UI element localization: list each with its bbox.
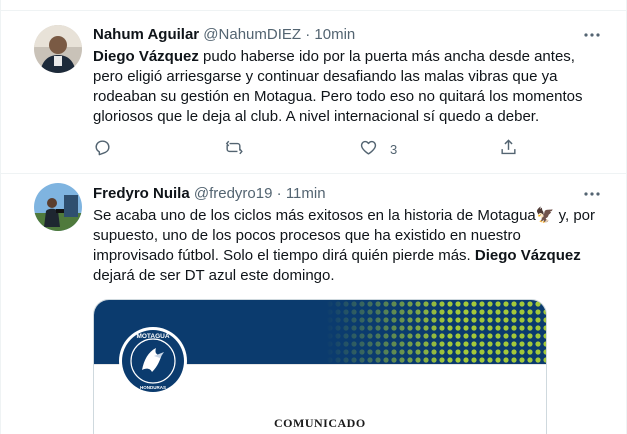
tweet-text-line: supuesto, uno de los pocos procesos que … <box>93 226 593 246</box>
text-run: supuesto, uno de los pocos procesos que … <box>93 227 521 244</box>
tweet-text-line: Diego Vázquez pudo haberse ido por la pu… <box>93 47 593 67</box>
text-run: improvisado fútbol. Solo el tiempo dirá … <box>93 247 475 264</box>
share-icon <box>499 138 518 160</box>
text-run: Se acaba uno de los ciclos más exitosos … <box>93 207 536 224</box>
display-name[interactable]: Nahum Aguilar <box>93 26 199 43</box>
dot-separator: · <box>305 26 311 43</box>
tweet[interactable]: Nahum Aguilar @NahumDIEZ · 10min Diego V… <box>1 12 627 174</box>
more-icon[interactable] <box>582 184 602 204</box>
previous-tweet-divider <box>1 0 627 11</box>
dot-separator: · <box>276 185 282 202</box>
tweet-text: Diego Vázquez pudo haberse ido por la pu… <box>93 47 593 127</box>
avatar[interactable] <box>34 183 82 231</box>
share-button[interactable] <box>499 137 530 161</box>
text-run: pero eligió arriesgarse y continuar desa… <box>93 68 558 85</box>
retweet-button[interactable] <box>224 137 255 161</box>
text-run: rodeaban su gestión en Motagua. Pero tod… <box>93 88 583 105</box>
tweet[interactable]: Fredyro Nuila @fredyro19 · 11min Se acab… <box>1 175 627 434</box>
more-icon[interactable] <box>582 25 602 45</box>
reply-button[interactable] <box>93 137 124 161</box>
tweet-text: Se acaba uno de los ciclos más exitosos … <box>93 206 596 286</box>
crest-bottom-text: HONDURAS <box>140 385 166 390</box>
tweet-text-line: pero eligió arriesgarse y continuar desa… <box>93 67 593 87</box>
tweet-text-line: improvisado fútbol. Solo el tiempo dirá … <box>93 246 593 266</box>
like-count: 3 <box>390 141 398 157</box>
tweet-header: Fredyro Nuila @fredyro19 · 11min <box>93 184 326 204</box>
handle[interactable]: @fredyro19 <box>194 185 273 202</box>
display-name[interactable]: Fredyro Nuila <box>93 185 190 202</box>
text-run: dejará de ser DT azul este domingo. <box>93 267 335 284</box>
eagle-emoji: 🦅 <box>535 207 555 224</box>
tweet-text-line: gloriosos que le deja al club. A nivel i… <box>93 107 593 127</box>
like-icon <box>359 138 378 160</box>
mention-text: Diego Vázquez <box>93 48 199 65</box>
reply-icon <box>93 138 112 160</box>
text-run: y, por <box>554 207 596 224</box>
timestamp[interactable]: 10min <box>314 26 355 43</box>
retweet-icon <box>224 138 243 160</box>
like-button[interactable]: 3 <box>359 137 397 161</box>
tweet-header: Nahum Aguilar @NahumDIEZ · 10min <box>93 25 355 45</box>
club-crest-icon: MOTAGUA HONDURAS <box>119 327 187 395</box>
tweet-actions: 3 <box>93 137 523 161</box>
avatar[interactable] <box>34 25 82 73</box>
image-heading: COMUNICADO <box>274 416 366 430</box>
tweet-image[interactable]: MOTAGUA HONDURAS COMUNICADO <box>93 299 547 434</box>
tweet-text-line: dejará de ser DT azul este domingo. <box>93 266 593 286</box>
tweet-text-line: rodeaban su gestión en Motagua. Pero tod… <box>93 87 593 107</box>
tweet-text-line: Se acaba uno de los ciclos más exitosos … <box>93 206 596 226</box>
halftone-pattern <box>326 300 546 364</box>
mention-text: Diego Vázquez <box>474 247 581 264</box>
text-run: gloriosos que le deja al club. A nivel i… <box>93 108 540 125</box>
timeline: Nahum Aguilar @NahumDIEZ · 10min Diego V… <box>0 0 627 434</box>
timestamp[interactable]: 11min <box>286 185 326 202</box>
text-run: pudo haberse ido por la puerta más ancha… <box>198 48 575 65</box>
crest-top-text: MOTAGUA <box>136 333 169 340</box>
handle[interactable]: @NahumDIEZ <box>203 26 301 43</box>
